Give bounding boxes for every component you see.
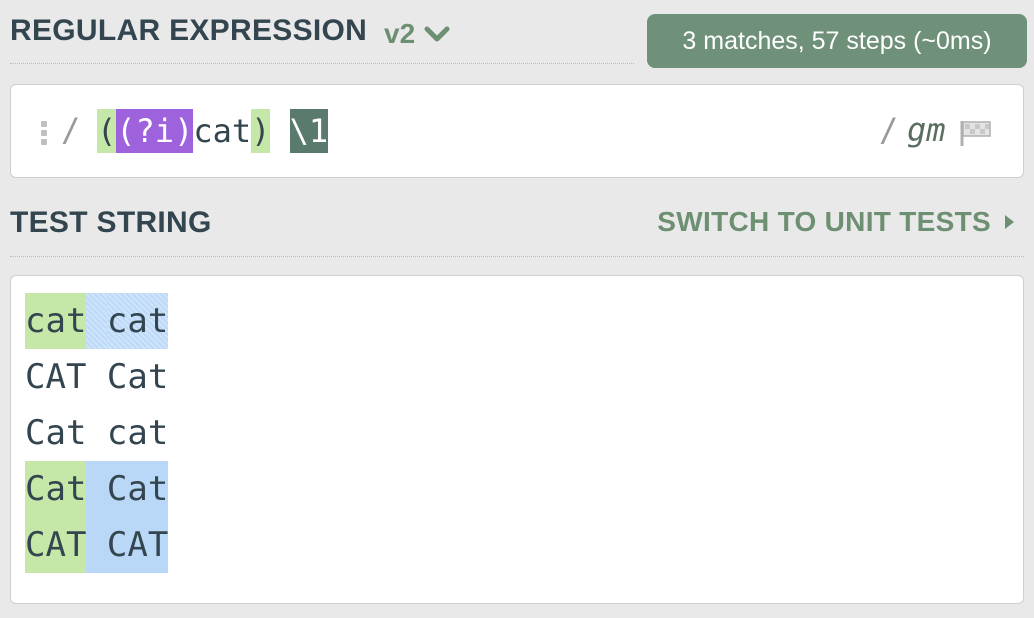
version-selector[interactable]: v2 [384, 18, 451, 50]
divider [10, 63, 634, 64]
match-group-highlight: cat [25, 293, 87, 349]
token-inline-flag: (?i) [116, 109, 194, 153]
triangle-right-icon [1005, 215, 1014, 229]
test-space [86, 517, 107, 573]
token-literal: cat [193, 112, 252, 150]
chevron-down-icon [424, 26, 450, 42]
test-space [86, 461, 107, 517]
regex-editor[interactable]: / ( (?i) cat ) \1 / gm [10, 84, 1024, 178]
test-line: CAT CAT [25, 517, 169, 573]
switch-label: SWITCH TO UNIT TESTS [657, 206, 991, 237]
match-highlight: cat [106, 293, 169, 349]
match-info-badge: 3 matches, 57 steps (~0ms) [647, 14, 1027, 68]
token-group-open: ( [97, 109, 117, 153]
test-line: Cat Cat [25, 461, 169, 517]
test-word: Cat [106, 357, 169, 397]
test-word: Cat [25, 413, 87, 453]
flag-icon[interactable] [959, 119, 993, 147]
drag-handle-icon[interactable] [41, 121, 47, 148]
test-word: CAT [25, 357, 87, 397]
match-group-highlight: Cat [25, 461, 87, 517]
test-space [86, 349, 106, 405]
test-space [86, 293, 107, 349]
match-group-highlight: CAT [25, 517, 87, 573]
delimiter-close: / [879, 111, 899, 149]
regex-input[interactable]: ( (?i) cat ) \1 [97, 109, 329, 153]
flags-button[interactable]: gm [907, 111, 946, 149]
test-word: cat [106, 413, 169, 453]
match-highlight: CAT [106, 517, 169, 573]
test-space [86, 405, 106, 461]
token-backreference: \1 [289, 109, 329, 153]
regex-section-title: REGULAR EXPRESSION [10, 14, 368, 47]
match-highlight: Cat [106, 461, 169, 517]
test-line: cat cat [25, 293, 169, 349]
version-label: v2 [384, 18, 416, 49]
test-line: CAT Cat [25, 349, 168, 405]
divider [10, 256, 1024, 257]
test-lines: cat cat CAT Cat Cat cat Cat Cat CAT CAT [25, 293, 169, 573]
delimiter-open: / [61, 111, 81, 149]
test-line: Cat cat [25, 405, 168, 461]
test-string-editor[interactable]: cat cat CAT Cat Cat cat Cat Cat CAT CAT [10, 275, 1024, 604]
switch-to-unit-tests-button[interactable]: SWITCH TO UNIT TESTS [657, 206, 1014, 238]
test-string-title: TEST STRING [10, 206, 212, 239]
token-group-close: ) [251, 109, 271, 153]
